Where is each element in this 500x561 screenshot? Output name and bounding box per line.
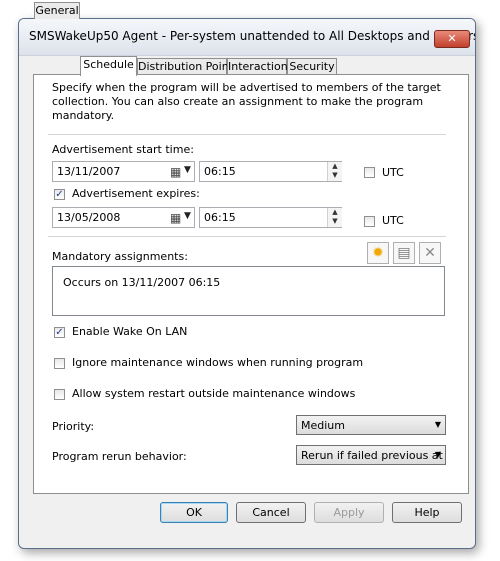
- close-button[interactable]: ✕: [434, 30, 470, 48]
- start-date-value: 13/11/2007: [57, 165, 121, 178]
- start-time-value: 06:15: [204, 165, 236, 178]
- start-utc-label: UTC: [382, 166, 404, 179]
- separator: [48, 134, 446, 135]
- start-date-picker[interactable]: 13/11/2007 ▦ ▼: [52, 161, 195, 182]
- list-item[interactable]: Occurs on 13/11/2007 06:15: [63, 276, 220, 289]
- tab-distribution-points[interactable]: Distribution Points: [137, 58, 239, 75]
- tab-interaction[interactable]: Interaction: [227, 58, 288, 75]
- ignore-maintenance-checkbox[interactable]: [54, 358, 65, 369]
- expire-utc-label: UTC: [382, 214, 404, 227]
- schedule-description: Specify when the program will be adverti…: [52, 81, 441, 122]
- mandatory-label: Mandatory assignments:: [52, 250, 188, 263]
- expire-time-spinner[interactable]: ▲ ▼: [327, 208, 342, 227]
- wake-on-lan-checkbox[interactable]: ✓: [54, 327, 65, 338]
- start-time-label: Advertisement start time:: [52, 143, 194, 156]
- wake-on-lan-label: Enable Wake On LAN: [72, 325, 188, 338]
- chevron-down-icon: ▼: [434, 420, 441, 429]
- tab-general[interactable]: General: [34, 2, 80, 19]
- rerun-select[interactable]: Rerun if failed previous at ▼: [296, 445, 446, 465]
- calendar-icon[interactable]: ▦: [170, 211, 181, 225]
- new-star-icon[interactable]: ✹: [367, 242, 389, 264]
- priority-select[interactable]: Medium ▼: [296, 415, 446, 435]
- expire-date-value: 13/05/2008: [57, 211, 121, 224]
- calendar-icon[interactable]: ▦: [170, 165, 181, 179]
- start-time-spinner[interactable]: ▲ ▼: [327, 162, 342, 181]
- assignments-list[interactable]: Occurs on 13/11/2007 06:15: [52, 266, 445, 316]
- expires-label: Advertisement expires:: [72, 187, 200, 200]
- window-title: SMSWakeUp50 Agent - Per-system unattende…: [29, 29, 476, 43]
- cancel-button[interactable]: Cancel: [236, 502, 306, 523]
- delete-x-icon[interactable]: ✕: [419, 242, 441, 264]
- expire-time-value: 06:15: [204, 211, 236, 224]
- help-button[interactable]: Help: [392, 502, 462, 523]
- priority-label: Priority:: [52, 420, 95, 433]
- expire-time-field[interactable]: 06:15 ▲ ▼: [199, 207, 342, 228]
- expires-checkbox[interactable]: ✓: [54, 189, 65, 200]
- allow-restart-label: Allow system restart outside maintenance…: [72, 387, 356, 400]
- start-time-field[interactable]: 06:15 ▲ ▼: [199, 161, 342, 182]
- expire-utc-checkbox[interactable]: [364, 216, 375, 227]
- properties-icon[interactable]: ▤: [393, 242, 415, 264]
- tab-security[interactable]: Security: [287, 58, 337, 75]
- rerun-value: Rerun if failed previous at: [301, 449, 443, 462]
- chevron-down-icon: ▼: [434, 450, 441, 459]
- tab-schedule[interactable]: Schedule: [80, 56, 137, 76]
- title-bar: SMSWakeUp50 Agent - Per-system unattende…: [19, 19, 475, 56]
- start-utc-checkbox[interactable]: [364, 167, 375, 178]
- apply-button[interactable]: Apply: [314, 502, 384, 523]
- separator: [48, 236, 446, 237]
- ok-button[interactable]: OK: [160, 502, 228, 523]
- expire-date-picker[interactable]: 13/05/2008 ▦ ▼: [52, 207, 195, 228]
- priority-value: Medium: [301, 419, 345, 432]
- ignore-maintenance-label: Ignore maintenance windows when running …: [72, 356, 364, 369]
- allow-restart-checkbox[interactable]: [54, 389, 65, 400]
- chevron-down-icon[interactable]: ▼: [184, 211, 191, 221]
- rerun-label: Program rerun behavior:: [52, 450, 187, 463]
- chevron-down-icon[interactable]: ▼: [184, 165, 191, 175]
